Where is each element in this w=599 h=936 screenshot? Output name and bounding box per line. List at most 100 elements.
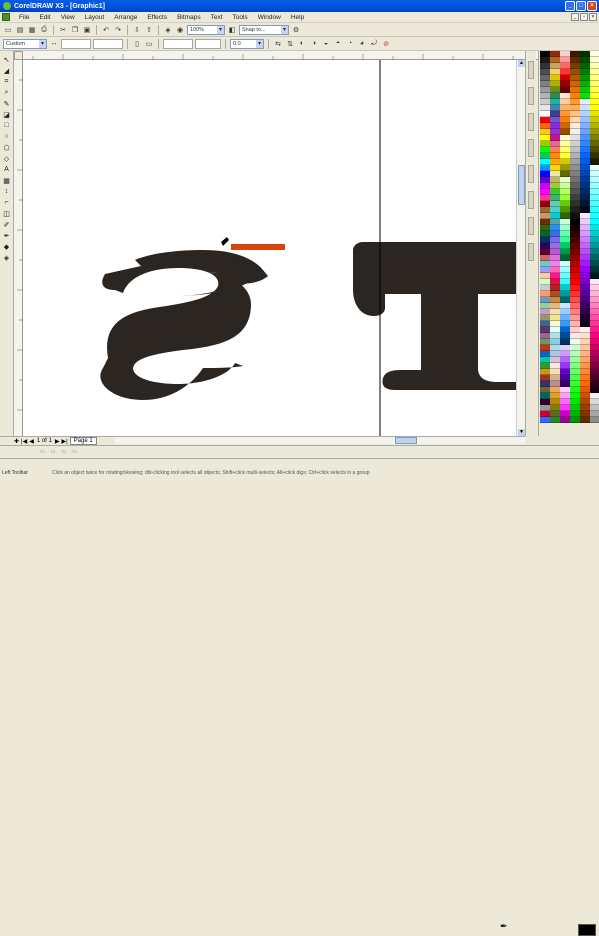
scroll-up-arrow-icon[interactable]: ▲ <box>518 60 525 67</box>
nudge-field[interactable] <box>195 38 221 49</box>
rectangle-tool-icon[interactable]: □ <box>2 121 12 130</box>
vertical-scrollbar[interactable]: ▲ ▼ <box>516 60 525 436</box>
ellipse-tool-icon[interactable]: ○ <box>2 132 12 141</box>
pick-tool-icon[interactable]: ↖ <box>2 55 12 64</box>
fill-color-swatch[interactable] <box>578 924 596 936</box>
smart-fill-tool-icon[interactable]: ◪ <box>2 110 12 119</box>
paper-type-combo[interactable]: Custom <box>3 38 47 49</box>
crop-tool-icon[interactable]: ⌗ <box>2 77 12 86</box>
text-tool-icon[interactable]: A <box>2 165 12 174</box>
maximize-button[interactable]: □ <box>576 1 586 11</box>
weld-icon[interactable]: ◐ <box>297 39 307 49</box>
horizontal-scroll-thumb[interactable] <box>395 437 417 444</box>
eyedropper-tool-icon[interactable]: ✐ <box>2 220 12 229</box>
minimize-button[interactable]: _ <box>565 1 575 11</box>
simplify-icon[interactable]: ◓ <box>333 39 343 49</box>
vertical-scroll-thumb[interactable] <box>518 165 525 205</box>
menu-layout[interactable]: Layout <box>80 14 110 21</box>
paper-width-icon[interactable]: ↔ <box>49 39 59 49</box>
redo-icon[interactable]: ↷ <box>113 25 123 35</box>
docker-tab[interactable] <box>528 87 534 105</box>
new-icon[interactable]: ▭ <box>3 25 13 35</box>
menu-file[interactable]: File <box>14 14 34 21</box>
units-field[interactable] <box>163 38 193 49</box>
doc-restore-button[interactable]: ▫ <box>580 13 588 21</box>
docker-tab[interactable] <box>528 139 534 157</box>
ruler-origin[interactable] <box>14 51 23 60</box>
menu-help[interactable]: Help <box>286 14 309 21</box>
last-page-icon[interactable]: ▶| <box>61 438 67 445</box>
export-icon[interactable]: ⇧ <box>144 25 154 35</box>
scroll-down-arrow-icon[interactable]: ▼ <box>518 429 525 436</box>
back-minus-front-icon[interactable]: ◕ <box>357 39 367 49</box>
document-icon[interactable] <box>2 13 10 21</box>
interactive-fill-tool-icon[interactable]: ◈ <box>2 253 12 262</box>
next-page-icon[interactable]: ▶ <box>55 438 60 445</box>
menu-text[interactable]: Text <box>206 14 228 21</box>
zoom-level-combo[interactable]: 100% <box>187 24 225 35</box>
mirror-vertical-icon[interactable]: ⇅ <box>285 39 295 49</box>
close-button[interactable]: × <box>587 1 597 11</box>
save-icon[interactable]: ▦ <box>27 25 37 35</box>
color-swatch[interactable] <box>570 417 580 423</box>
cut-icon[interactable]: ✂ <box>58 25 68 35</box>
prev-page-icon[interactable]: ◀ <box>29 438 34 445</box>
drawing-canvas[interactable] <box>23 60 516 436</box>
menu-window[interactable]: Window <box>253 14 286 21</box>
rotation-combo[interactable]: 0.0 <box>230 38 264 49</box>
docker-tab[interactable] <box>528 191 534 209</box>
wrap-text-icon[interactable]: ⊘ <box>381 39 391 49</box>
docker-tab[interactable] <box>528 61 534 79</box>
fill-tool-icon[interactable]: ◆ <box>2 242 12 251</box>
color-swatch[interactable] <box>590 417 599 423</box>
docker-tab[interactable] <box>528 165 534 183</box>
doc-close-button[interactable]: × <box>589 13 597 21</box>
horizontal-ruler[interactable] <box>23 51 538 60</box>
color-swatch[interactable] <box>560 417 570 423</box>
docker-tab[interactable] <box>528 217 534 235</box>
front-minus-back-icon[interactable]: ◔ <box>345 39 355 49</box>
undo-icon[interactable]: ↶ <box>101 25 111 35</box>
connector-tool-icon[interactable]: ⌐ <box>2 198 12 207</box>
menu-view[interactable]: View <box>56 14 80 21</box>
doc-minimize-button[interactable]: _ <box>571 13 579 21</box>
shape-tool-icon[interactable]: ◢ <box>2 66 12 75</box>
first-page-icon[interactable]: |◀ <box>21 438 27 445</box>
freehand-tool-icon[interactable]: ✎ <box>2 99 12 108</box>
add-page-icon[interactable]: ✚ <box>14 438 19 445</box>
letter-s-shape[interactable] <box>100 250 268 400</box>
interactive-blend-tool-icon[interactable]: ◫ <box>2 209 12 218</box>
docker-tab[interactable] <box>528 243 534 261</box>
copy-icon[interactable]: ❐ <box>70 25 80 35</box>
zoom-tool-icon[interactable]: ⌕ <box>2 88 12 97</box>
menu-edit[interactable]: Edit <box>34 14 55 21</box>
paper-width-field[interactable] <box>61 38 91 49</box>
letter-t-shape[interactable] <box>353 242 516 390</box>
options-icon[interactable]: ⚙ <box>291 25 301 35</box>
convert-to-curves-icon[interactable]: ⤾ <box>369 39 379 49</box>
menu-tools[interactable]: Tools <box>228 14 253 21</box>
color-swatch[interactable] <box>550 417 560 423</box>
full-screen-preview-icon[interactable]: ◧ <box>227 25 237 35</box>
dimension-tool-icon[interactable]: ↕ <box>2 187 12 196</box>
docker-tab[interactable] <box>528 113 534 131</box>
color-swatch[interactable] <box>540 417 550 423</box>
menu-effects[interactable]: Effects <box>142 14 172 21</box>
menu-arrange[interactable]: Arrange <box>109 14 142 21</box>
basic-shapes-tool-icon[interactable]: ◇ <box>2 154 12 163</box>
intersect-icon[interactable]: ◒ <box>321 39 331 49</box>
portrait-icon[interactable]: ▯ <box>132 39 142 49</box>
color-swatch[interactable] <box>580 417 590 423</box>
mirror-horizontal-icon[interactable]: ⇆ <box>273 39 283 49</box>
print-icon[interactable]: ⎙ <box>39 25 49 35</box>
landscape-icon[interactable]: ▭ <box>144 39 154 49</box>
import-icon[interactable]: ⇩ <box>132 25 142 35</box>
open-icon[interactable]: ▤ <box>15 25 25 35</box>
menu-bitmaps[interactable]: Bitmaps <box>172 14 205 21</box>
paper-height-field[interactable] <box>93 38 123 49</box>
trim-icon[interactable]: ◑ <box>309 39 319 49</box>
snap-to-combo[interactable]: Snap to... <box>239 24 289 35</box>
outline-pen-icon[interactable]: ✒ <box>500 921 510 931</box>
paste-icon[interactable]: ▣ <box>82 25 92 35</box>
polygon-tool-icon[interactable]: ⬠ <box>2 143 12 152</box>
